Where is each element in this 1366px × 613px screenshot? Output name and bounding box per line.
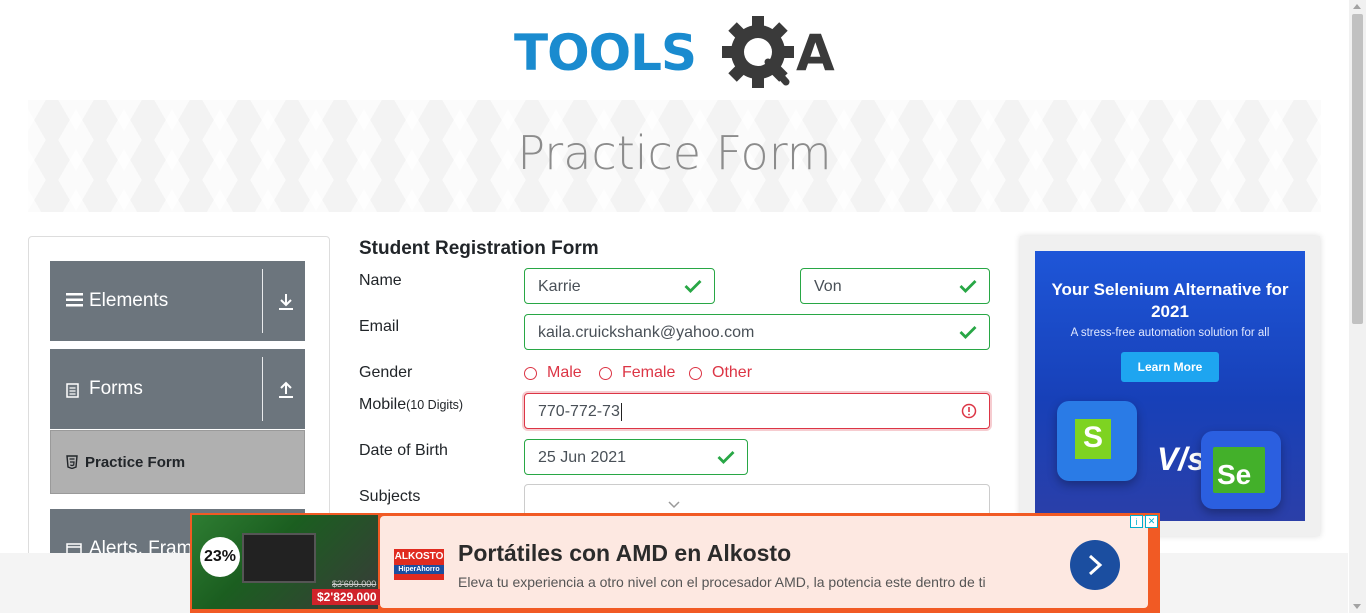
ad-description: Eleva tu experiencia a otro nivel con el…	[458, 574, 986, 590]
logo-text-tools: TOOLS	[514, 24, 697, 82]
sidebar-group-elements[interactable]: Elements	[50, 261, 305, 341]
selenium-logo: Se	[1201, 431, 1281, 509]
text-cursor	[620, 403, 622, 421]
ad-close-icon[interactable]: ✕	[1145, 515, 1158, 528]
mobile-label: Mobile(10 Digits)	[359, 396, 463, 414]
chevron-down-icon	[668, 501, 680, 509]
scroll-up-icon[interactable]	[1353, 4, 1361, 9]
email-value: kaila.cruickshank@yahoo.com	[538, 324, 755, 341]
check-icon	[684, 280, 702, 293]
mobile-value: 770-772-73	[538, 403, 622, 421]
html5-icon	[66, 455, 78, 469]
old-price: $3'699.000	[332, 579, 377, 589]
gender-option-label: Other	[712, 364, 753, 381]
selenium-alternative-ad[interactable]: Your Selenium Alternative for 2021 A str…	[1035, 251, 1305, 521]
upload-arrow-icon	[279, 381, 293, 398]
sidebar-group-label: Forms	[89, 378, 143, 399]
logo-letter: S	[1083, 421, 1104, 454]
dob-value: 25 Jun 2021	[538, 449, 627, 466]
subjects-label: Subjects	[359, 488, 421, 505]
first-name-value: Karrie	[538, 278, 581, 295]
download-arrow-icon	[279, 294, 293, 310]
toolsqa-logo[interactable]: TOOLS A	[514, 16, 838, 90]
last-name-value: Von	[814, 278, 842, 295]
sidebar-item-practice-form[interactable]: Practice Form	[50, 430, 305, 494]
versus-text: V/s	[1157, 441, 1206, 477]
ad-title: Your Selenium Alternative for 2021	[1051, 280, 1289, 321]
ad-go-button[interactable]	[1070, 540, 1120, 590]
gender-label: Gender	[359, 364, 413, 381]
laptop-icon	[242, 533, 316, 583]
check-icon	[959, 280, 977, 293]
mobile-label-text: Mobile	[359, 396, 407, 413]
page-title: Practice Form	[517, 126, 832, 180]
gender-radio-other[interactable]: Other	[689, 364, 752, 382]
gender-option-label: Female	[622, 364, 676, 381]
ad-choices[interactable]: i ✕	[1130, 515, 1158, 528]
sidebar-group-forms[interactable]: Forms	[50, 349, 305, 429]
brand-name: ALKOSTO	[394, 551, 444, 562]
page-scrollbar[interactable]	[1349, 0, 1366, 613]
hamburger-icon	[66, 293, 83, 307]
right-ad-container: Your Selenium Alternative for 2021 A str…	[1020, 236, 1320, 536]
new-price: $2'829.000	[312, 589, 382, 605]
scroll-thumb[interactable]	[1352, 14, 1363, 324]
ad-content: ALKOSTO HiperAhorro Portátiles con AMD e…	[380, 516, 1148, 608]
mobile-input[interactable]: 770-772-73	[524, 393, 990, 429]
name-label: Name	[359, 272, 402, 289]
form-title: Student Registration Form	[359, 238, 599, 259]
divider	[262, 269, 263, 333]
ad-info-icon[interactable]: i	[1130, 515, 1143, 528]
email-input[interactable]: kaila.cruickshank@yahoo.com	[524, 314, 990, 350]
mobile-value-text: 770-772-73	[538, 403, 620, 421]
ad-headline: Portátiles con AMD en Alkosto	[458, 540, 792, 566]
date-of-birth-input[interactable]: 25 Jun 2021	[524, 439, 748, 475]
check-icon	[959, 326, 977, 339]
logo-letters: Se	[1217, 459, 1252, 490]
radio-circle	[524, 366, 537, 380]
page-banner: Practice Form	[28, 100, 1321, 212]
testsigma-logo: S	[1057, 401, 1137, 481]
sidebar-item-label: Practice Form	[85, 454, 186, 471]
mobile-hint: (10 Digits)	[406, 398, 464, 412]
first-name-input[interactable]: Karrie	[524, 268, 715, 304]
alkosto-logo: ALKOSTO HiperAhorro	[394, 549, 444, 580]
dob-label: Date of Birth	[359, 442, 448, 459]
discount-badge: 23%	[200, 537, 240, 577]
radio-circle	[689, 366, 702, 380]
radio-circle	[599, 366, 612, 380]
sidebar-group-label: Elements	[89, 290, 169, 311]
chevron-right-icon	[1088, 554, 1103, 576]
gear-magnifier-icon	[722, 16, 794, 88]
learn-more-button[interactable]: Learn More	[1121, 352, 1219, 382]
check-icon	[717, 451, 735, 464]
document-icon	[66, 383, 79, 398]
gender-option-label: Male	[547, 364, 582, 381]
ad-subtitle: A stress-free automation solution for al…	[1070, 327, 1270, 339]
last-name-input[interactable]: Von	[800, 268, 990, 304]
gender-radio-male[interactable]: Male	[524, 364, 582, 382]
brand-sub: HiperAhorro	[394, 565, 444, 574]
scroll-down-icon[interactable]	[1353, 604, 1361, 609]
error-icon	[961, 403, 977, 419]
gender-radio-female[interactable]: Female	[599, 364, 675, 382]
email-label: Email	[359, 318, 400, 335]
divider	[262, 357, 263, 421]
alkosto-ad-banner[interactable]: 23% $3'699.000 $2'829.000 ALKOSTO HiperA…	[190, 513, 1160, 613]
logo-text-a: A	[796, 24, 835, 82]
ad-product-image: 23% $3'699.000 $2'829.000	[192, 515, 382, 609]
